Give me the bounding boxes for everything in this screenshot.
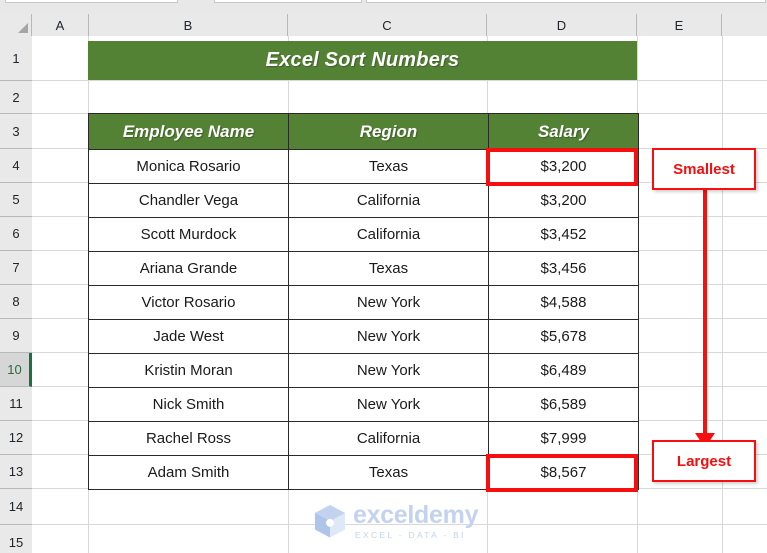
- row-header-12[interactable]: 12: [0, 421, 32, 455]
- cell-employee-name[interactable]: Scott Murdock: [88, 217, 289, 252]
- table-row[interactable]: Ariana Grande Texas $3,456: [88, 251, 639, 286]
- row-header-10[interactable]: 10: [0, 353, 32, 387]
- page-title: Excel Sort Numbers: [88, 41, 637, 80]
- column-header-a[interactable]: A: [32, 14, 89, 36]
- watermark-brand: exceldemy: [353, 501, 479, 529]
- cell-salary[interactable]: $3,200: [488, 149, 639, 184]
- row-header-8[interactable]: 8: [0, 285, 32, 319]
- cell-region[interactable]: California: [288, 421, 489, 456]
- cell-employee-name[interactable]: Jade West: [88, 319, 289, 354]
- row-header-15[interactable]: 15: [0, 525, 32, 553]
- exceldemy-watermark: exceldemy EXCEL - DATA - BI: [314, 503, 478, 540]
- row-header-9[interactable]: 9: [0, 319, 32, 353]
- table-row[interactable]: Monica Rosario Texas $3,200: [88, 149, 639, 184]
- cell-region[interactable]: New York: [288, 353, 489, 388]
- select-all-button[interactable]: [0, 14, 32, 36]
- table-row[interactable]: Scott Murdock California $3,452: [88, 217, 639, 252]
- row-header-4[interactable]: 4: [0, 149, 32, 183]
- column-header-d[interactable]: D: [487, 14, 637, 36]
- column-header-b[interactable]: B: [89, 14, 288, 36]
- select-all-triangle-icon: [18, 23, 28, 33]
- cell-salary[interactable]: $6,489: [488, 353, 639, 388]
- cell-salary[interactable]: $5,678: [488, 319, 639, 354]
- callout-smallest: Smallest: [652, 148, 756, 190]
- watermark-tagline: EXCEL - DATA - BI: [355, 530, 466, 540]
- cell-employee-name[interactable]: Ariana Grande: [88, 251, 289, 286]
- table-body: Monica Rosario Texas $3,200 Chandler Veg…: [88, 149, 639, 490]
- name-box-partial[interactable]: [5, 0, 178, 3]
- table-header-row: Employee Name Region Salary: [88, 113, 639, 150]
- cell-employee-name[interactable]: Kristin Moran: [88, 353, 289, 388]
- cell-salary[interactable]: $3,456: [488, 251, 639, 286]
- cell-salary[interactable]: $4,588: [488, 285, 639, 320]
- cell-region[interactable]: Texas: [288, 251, 489, 286]
- table-row[interactable]: Rachel Ross California $7,999: [88, 421, 639, 456]
- gridline-horizontal: [32, 80, 767, 81]
- column-header-e[interactable]: E: [637, 14, 722, 36]
- row-header-5[interactable]: 5: [0, 183, 32, 217]
- cell-region[interactable]: Texas: [288, 455, 489, 490]
- cell-employee-name[interactable]: Chandler Vega: [88, 183, 289, 218]
- column-header-c[interactable]: C: [288, 14, 487, 36]
- cell-region[interactable]: California: [288, 217, 489, 252]
- cell-salary[interactable]: $7,999: [488, 421, 639, 456]
- column-header-f-partial[interactable]: [722, 14, 767, 36]
- toolbar-box-partial[interactable]: [214, 0, 362, 3]
- callout-largest: Largest: [652, 440, 756, 482]
- row-header-6[interactable]: 6: [0, 217, 32, 251]
- row-header-1[interactable]: 1: [0, 36, 32, 81]
- row-header-11[interactable]: 11: [0, 387, 32, 421]
- table-row[interactable]: Adam Smith Texas $8,567: [88, 455, 639, 490]
- row-header-3[interactable]: 3: [0, 114, 32, 149]
- row-header-14[interactable]: 14: [0, 489, 32, 525]
- chrome-strip: [0, 0, 767, 14]
- cell-salary[interactable]: $6,589: [488, 387, 639, 422]
- cell-salary[interactable]: $3,200: [488, 183, 639, 218]
- row-header-7[interactable]: 7: [0, 251, 32, 285]
- cell-region[interactable]: California: [288, 183, 489, 218]
- table-row[interactable]: Jade West New York $5,678: [88, 319, 639, 354]
- cell-salary[interactable]: $3,452: [488, 217, 639, 252]
- exceldemy-cube-logo-icon: [314, 505, 346, 538]
- table-row[interactable]: Nick Smith New York $6,589: [88, 387, 639, 422]
- table-row[interactable]: Kristin Moran New York $6,489: [88, 353, 639, 388]
- cell-employee-name[interactable]: Nick Smith: [88, 387, 289, 422]
- cell-employee-name[interactable]: Monica Rosario: [88, 149, 289, 184]
- cell-region[interactable]: Texas: [288, 149, 489, 184]
- cell-region[interactable]: New York: [288, 387, 489, 422]
- table-row[interactable]: Victor Rosario New York $4,588: [88, 285, 639, 320]
- row-header-bar: 1 2 3 4 5 6 7 8 9 10 11 12 13 14 15: [0, 36, 32, 553]
- column-header-employee-name[interactable]: Employee Name: [88, 113, 289, 150]
- row-header-13[interactable]: 13: [0, 455, 32, 489]
- cell-employee-name[interactable]: Rachel Ross: [88, 421, 289, 456]
- excel-worksheet: A B C D E 1 2 3 4 5 6 7 8 9 10 11 12 13 …: [0, 0, 767, 553]
- salary-table: Employee Name Region Salary Monica Rosar…: [88, 113, 639, 490]
- table-row[interactable]: Chandler Vega California $3,200: [88, 183, 639, 218]
- column-header-salary[interactable]: Salary: [488, 113, 639, 150]
- column-header-bar: A B C D E: [0, 14, 767, 36]
- watermark-text: exceldemy EXCEL - DATA - BI: [353, 503, 478, 540]
- cell-region[interactable]: New York: [288, 285, 489, 320]
- annotation-arrow-line: [703, 189, 707, 435]
- formula-bar-partial[interactable]: [366, 0, 766, 3]
- column-header-region[interactable]: Region: [288, 113, 489, 150]
- row-header-2[interactable]: 2: [0, 81, 32, 114]
- cell-salary[interactable]: $8,567: [488, 455, 639, 490]
- cell-employee-name[interactable]: Victor Rosario: [88, 285, 289, 320]
- cell-region[interactable]: New York: [288, 319, 489, 354]
- cell-employee-name[interactable]: Adam Smith: [88, 455, 289, 490]
